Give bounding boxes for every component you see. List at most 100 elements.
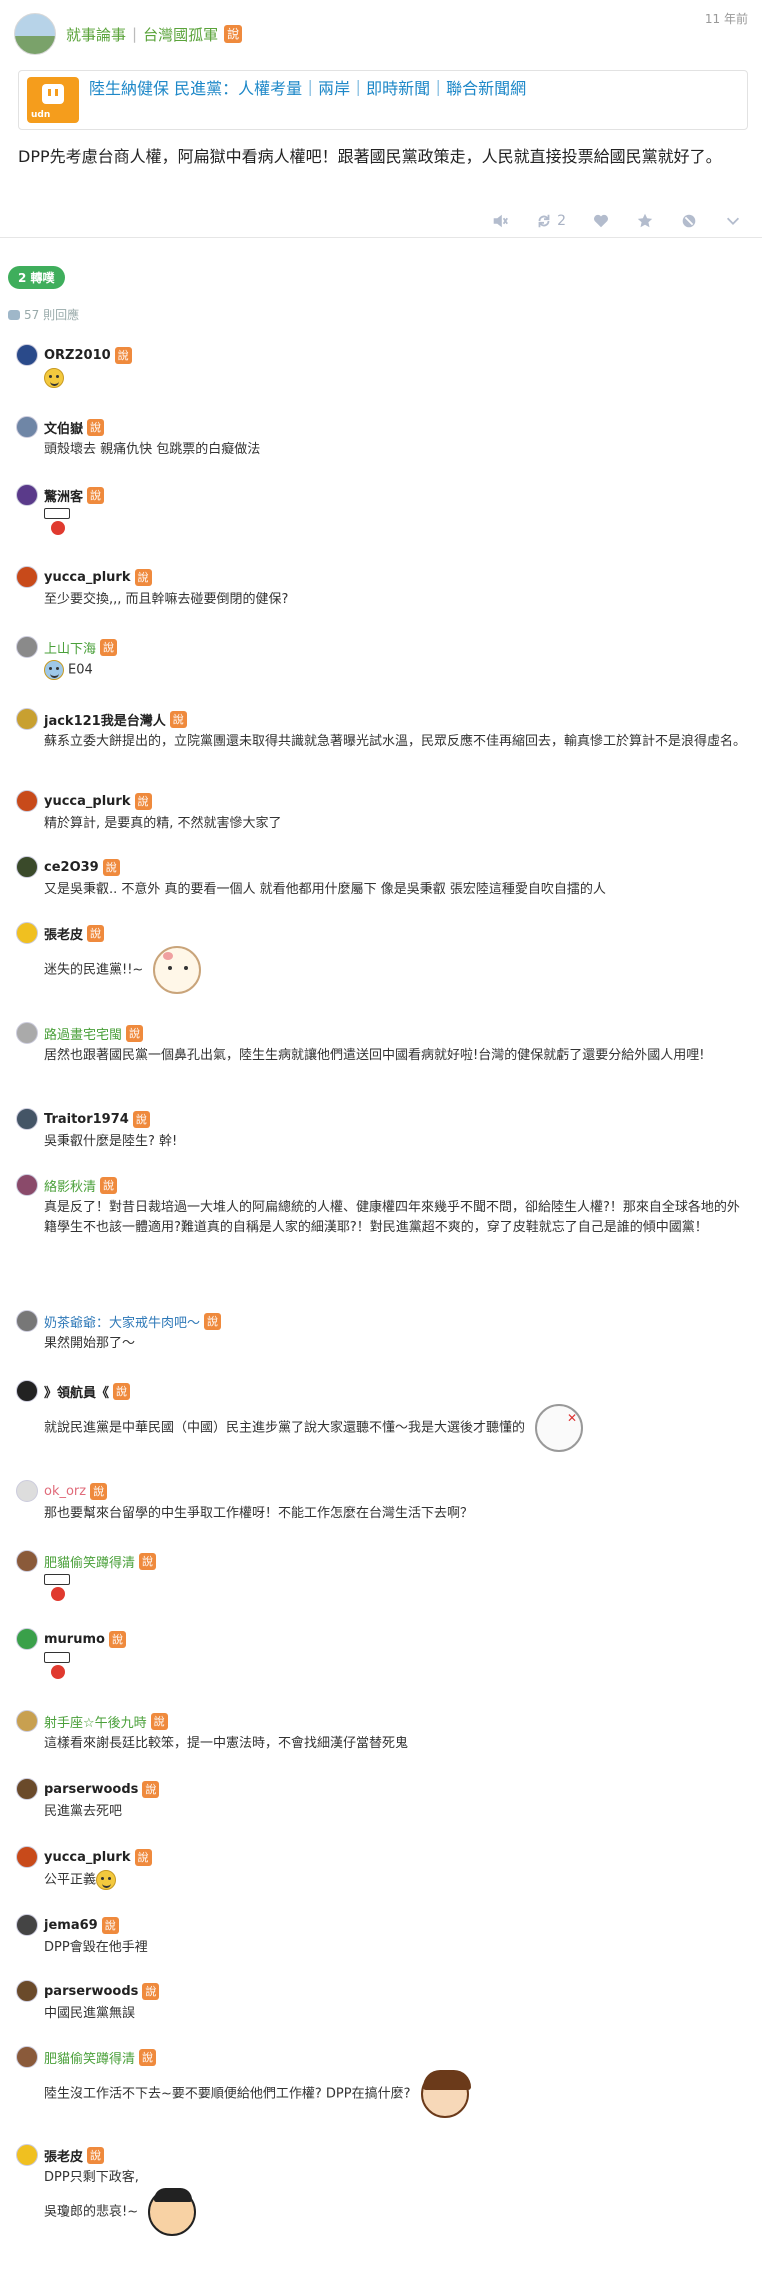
response-avatar[interactable] (16, 484, 38, 506)
response-avatar[interactable] (16, 1846, 38, 1868)
response-author[interactable]: yucca_plurk (44, 1850, 131, 1865)
response-avatar[interactable] (16, 1310, 38, 1332)
response-avatar[interactable] (16, 636, 38, 658)
response-avatar[interactable] (16, 2046, 38, 2068)
response-author[interactable]: 文伯嶽 (44, 418, 83, 437)
link-preview-card[interactable]: udn 陸生納健保 民進黨：人權考量｜兩岸｜即時新聞｜聯合新聞網 (18, 70, 748, 130)
response-avatar[interactable] (16, 416, 38, 438)
qualifier-badge: 說 (113, 1382, 131, 1400)
response-author[interactable]: 奶茶爺爺：大家戒牛肉吧～ (44, 1312, 200, 1331)
response-author[interactable]: 肥貓偷笑蹲得清 (44, 1552, 135, 1571)
response-author[interactable]: 絡影秋清 (44, 1176, 96, 1195)
response-avatar[interactable] (16, 344, 38, 366)
response-content: 居然也跟著國民黨一個鼻孔出氣，陸生生病就讓他們遣送回中國看病就好啦!台灣的健保就… (44, 1046, 746, 1066)
response-avatar[interactable] (16, 1380, 38, 1402)
response-header: yucca_plurk 說 (16, 790, 746, 812)
post-timestamp[interactable]: 11 年前 (705, 10, 748, 27)
response-avatar[interactable] (16, 708, 38, 730)
link-title[interactable]: 陸生納健保 民進黨：人權考量｜兩岸｜即時新聞｜聯合新聞網 (89, 77, 526, 101)
response-header: 張老皮說 (16, 2144, 746, 2166)
response-author[interactable]: 射手座☆午後九時 (44, 1712, 147, 1731)
block-icon[interactable] (680, 212, 698, 230)
qualifier-badge: 說 (134, 568, 152, 586)
response-text: 公平正義 (44, 1872, 97, 1888)
response-content: 精於算計, 是要真的精, 不然就害慘大家了 (44, 814, 746, 834)
response-avatar[interactable] (16, 922, 38, 944)
response-content: DPP會毀在他手裡 (44, 1938, 746, 1958)
response-avatar[interactable] (16, 1550, 38, 1572)
response-item: Traitor1974 說吳秉叡什麼是陸生? 幹! (16, 1108, 746, 1152)
comment-bubble-icon (8, 309, 20, 320)
response-header: murumo 說 (16, 1628, 746, 1650)
response-text: 蘇系立委大餅提出的，立院黨團還未取得共識就急著曝光試水溫，民眾反應不佳再縮回去，… (44, 734, 747, 749)
response-text: 至少要交換,,, 而且幹嘛去碰要倒閉的健保? (44, 592, 289, 607)
response-header: ORZ2010 說 (16, 344, 746, 366)
response-author[interactable]: murumo (44, 1632, 105, 1647)
response-author[interactable]: 路過畫宅宅閩 (44, 1024, 122, 1043)
response-item: 上山下海說 E04 (16, 636, 746, 681)
response-author[interactable]: 驚洲客 (44, 486, 83, 505)
post-author-name[interactable]: 就事論事 (66, 24, 126, 45)
response-content: E04 (44, 660, 746, 681)
response-header: 肥貓偷笑蹲得清說 (16, 1550, 746, 1572)
author-avatar[interactable] (14, 13, 56, 55)
response-author[interactable]: Traitor1974 (44, 1112, 129, 1127)
response-avatar[interactable] (16, 1628, 38, 1650)
response-avatar[interactable] (16, 1174, 38, 1196)
response-avatar[interactable] (16, 1108, 38, 1130)
response-avatar[interactable] (16, 1980, 38, 2002)
response-text: 陸生沒工作活不下去~要不要順便給他們工作權? DPP在搞什麼? (44, 2086, 411, 2102)
response-author[interactable]: parserwoods (44, 1782, 138, 1797)
response-author[interactable]: yucca_plurk (44, 794, 131, 809)
response-header: 奶茶爺爺：大家戒牛肉吧～說 (16, 1310, 746, 1332)
response-author[interactable]: jack121我是台灣人 (44, 710, 166, 729)
response-avatar[interactable] (16, 1022, 38, 1044)
response-author[interactable]: 張老皮 (44, 924, 83, 943)
response-author[interactable]: parserwoods (44, 1984, 138, 1999)
mute-icon[interactable] (491, 212, 509, 230)
heart-icon[interactable] (592, 212, 610, 230)
response-avatar[interactable] (16, 1710, 38, 1732)
chevron-down-icon[interactable] (724, 212, 742, 230)
replurk-button[interactable]: 2 (535, 212, 566, 230)
response-avatar[interactable] (16, 1778, 38, 1800)
response-author[interactable]: 上山下海 (44, 638, 96, 657)
star-icon[interactable] (636, 212, 654, 230)
response-author[interactable]: 肥貓偷笑蹲得清 (44, 2048, 135, 2067)
response-author[interactable]: 張老皮 (44, 2146, 83, 2165)
qualifier-badge: 說 (134, 792, 152, 810)
response-avatar[interactable] (16, 856, 38, 878)
response-item: 路過畫宅宅閩說居然也跟著國民黨一個鼻孔出氣，陸生生病就讓他們遣送回中國看病就好啦… (16, 1022, 746, 1066)
response-text: 精於算計, 是要真的精, 不然就害慘大家了 (44, 816, 282, 831)
response-avatar[interactable] (16, 1480, 38, 1502)
response-author[interactable]: jema69 (44, 1918, 98, 1933)
response-avatar[interactable] (16, 2144, 38, 2166)
response-item: murumo 說 (16, 1628, 746, 1680)
response-content: 那也要幫來台留學的中生爭取工作權呀！不能工作怎麼在台灣生活下去啊？ (44, 1504, 746, 1524)
response-content: 這樣看來謝長廷比較笨，提一中憲法時，不會找細漢仔當替死鬼 (44, 1734, 746, 1754)
response-author[interactable]: ce2O39 (44, 860, 99, 875)
response-content: 至少要交換,,, 而且幹嘛去碰要倒閉的健保? (44, 590, 746, 610)
response-author[interactable]: yucca_plurk (44, 570, 131, 585)
cat2-sticker-icon (535, 1404, 584, 1452)
cat-sticker-icon (153, 946, 202, 994)
response-author[interactable]: ORZ2010 (44, 348, 111, 363)
response-author[interactable]: ok_orz (44, 1484, 86, 1499)
post-body: DPP先考慮台商人權，阿扁獄中看病人權吧！跟著國民黨政策走，人民就直接投票給國民… (18, 147, 722, 166)
replurks-pill[interactable]: 2 轉噗 (8, 266, 65, 289)
stamp-emoticon-icon (44, 1652, 70, 1680)
response-item: ok_orz 說那也要幫來台留學的中生爭取工作權呀！不能工作怎麼在台灣生活下去啊？ (16, 1480, 746, 1524)
boy-sticker-icon (148, 2188, 197, 2236)
response-header: 文伯嶽說 (16, 416, 746, 438)
response-content: 蘇系立委大餅提出的，立院黨團還未取得共識就急著曝光試水溫，民眾反應不佳再縮回去，… (44, 732, 746, 752)
response-header: 張老皮說 (16, 922, 746, 944)
response-content (44, 1652, 746, 1680)
qualifier-badge: 說 (87, 924, 105, 942)
response-author[interactable]: 》領航員《 (44, 1382, 109, 1401)
response-avatar[interactable] (16, 790, 38, 812)
post-group-name[interactable]: 台灣國孤軍 (143, 24, 218, 45)
response-content: 就說民進黨是中華民國（中國）民主進步黨了說大家還聽不懂～我是大選後才聽懂的 (44, 1404, 746, 1452)
response-avatar[interactable] (16, 566, 38, 588)
response-avatar[interactable] (16, 1914, 38, 1936)
response-item: 奶茶爺爺：大家戒牛肉吧～說果然開始那了～ (16, 1310, 746, 1354)
